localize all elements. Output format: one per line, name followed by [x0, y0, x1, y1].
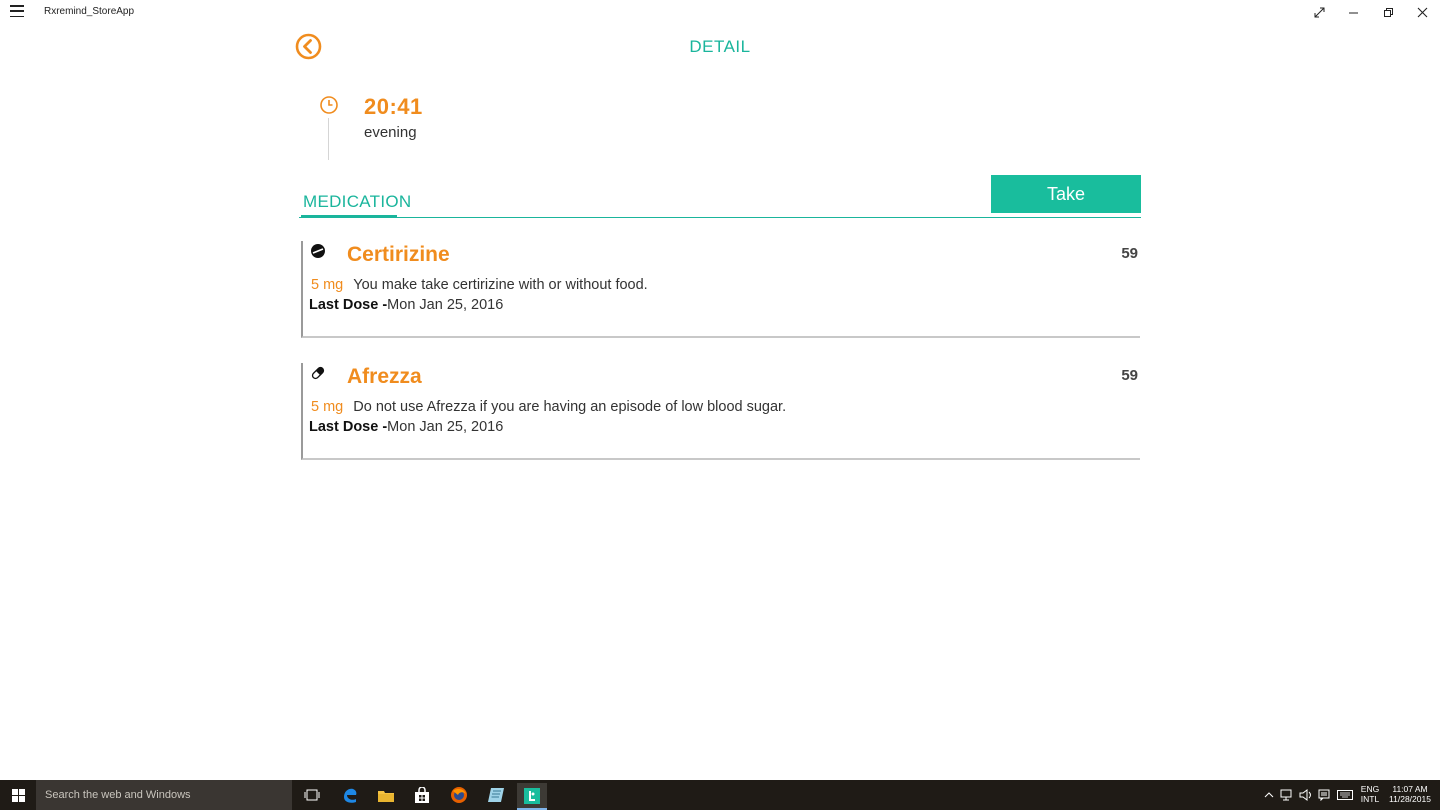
medication-description: Do not use Afrezza if you are having an … — [353, 399, 787, 415]
back-arrow-circle-icon — [295, 33, 322, 60]
task-view-icon[interactable] — [297, 783, 327, 807]
section-divider — [299, 217, 1141, 218]
edge-browser-icon[interactable] — [335, 783, 365, 807]
timeline-line — [328, 118, 329, 160]
clock-time: 11:07 AM — [1392, 784, 1428, 794]
medication-dose: 5 mg — [311, 399, 344, 415]
back-button[interactable] — [295, 33, 322, 60]
taskbar-clock[interactable]: 11:07 AM 11/28/2015 — [1386, 784, 1434, 804]
taskbar-search-input[interactable]: Search the web and Windows — [36, 780, 292, 810]
minimize-icon[interactable] — [1336, 0, 1370, 24]
keyboard-layout: INTL — [1360, 794, 1380, 804]
keyboard-icon[interactable] — [1335, 783, 1355, 807]
fullscreen-icon[interactable] — [1302, 0, 1336, 24]
medication-count: 59 — [1121, 245, 1138, 262]
store-icon[interactable] — [407, 783, 437, 807]
language-code: ENG — [1360, 784, 1380, 794]
search-placeholder: Search the web and Windows — [45, 789, 191, 801]
rxremind-app-icon[interactable] — [517, 783, 547, 810]
medication-count: 59 — [1121, 367, 1138, 384]
last-dose-value: Mon Jan 25, 2016 — [387, 297, 504, 313]
clock-date: 11/28/2015 — [1389, 794, 1431, 804]
tab-medication[interactable]: MEDICATION — [303, 192, 411, 212]
dose-period: evening — [364, 124, 417, 141]
hamburger-menu-icon[interactable] — [10, 5, 24, 17]
windows-start-icon[interactable] — [0, 780, 36, 810]
medication-name: Afrezza — [347, 365, 422, 388]
medication-dose: 5 mg — [311, 277, 344, 293]
last-dose-label: Last Dose - — [309, 419, 388, 435]
language-indicator[interactable]: ENG INTL — [1358, 784, 1382, 804]
file-explorer-icon[interactable] — [371, 783, 401, 807]
last-dose-label: Last Dose - — [309, 297, 388, 313]
title-bar: Rxremind_StoreApp — [0, 0, 1440, 24]
firefox-icon[interactable] — [444, 783, 474, 807]
taskbar: Search the web and Windows ENG INTL 11:0… — [0, 780, 1440, 810]
medication-card[interactable]: Afrezza 59 5 mg Do not use Afrezza if you… — [301, 363, 1140, 460]
dose-time: 20:41 — [364, 94, 423, 119]
page-title: DETAIL — [689, 37, 751, 56]
restore-icon[interactable] — [1371, 0, 1405, 24]
medication-name: Certirizine — [347, 243, 450, 266]
notes-app-icon[interactable] — [481, 783, 511, 807]
close-icon[interactable] — [1405, 0, 1439, 24]
action-center-icon[interactable] — [1316, 783, 1332, 807]
app-title: Rxremind_StoreApp — [44, 6, 135, 17]
clock-icon — [320, 96, 338, 114]
network-icon[interactable] — [1278, 783, 1296, 807]
last-dose-value: Mon Jan 25, 2016 — [387, 419, 504, 435]
medication-description: You make take certirizine with or withou… — [353, 277, 648, 293]
take-button[interactable]: Take — [991, 175, 1141, 213]
volume-icon[interactable] — [1297, 783, 1315, 807]
capsule-icon — [311, 366, 325, 380]
tablet-icon — [311, 244, 325, 258]
medication-card[interactable]: Certirizine 59 5 mg You make take certiri… — [301, 241, 1140, 338]
chevron-up-icon[interactable] — [1262, 783, 1276, 807]
